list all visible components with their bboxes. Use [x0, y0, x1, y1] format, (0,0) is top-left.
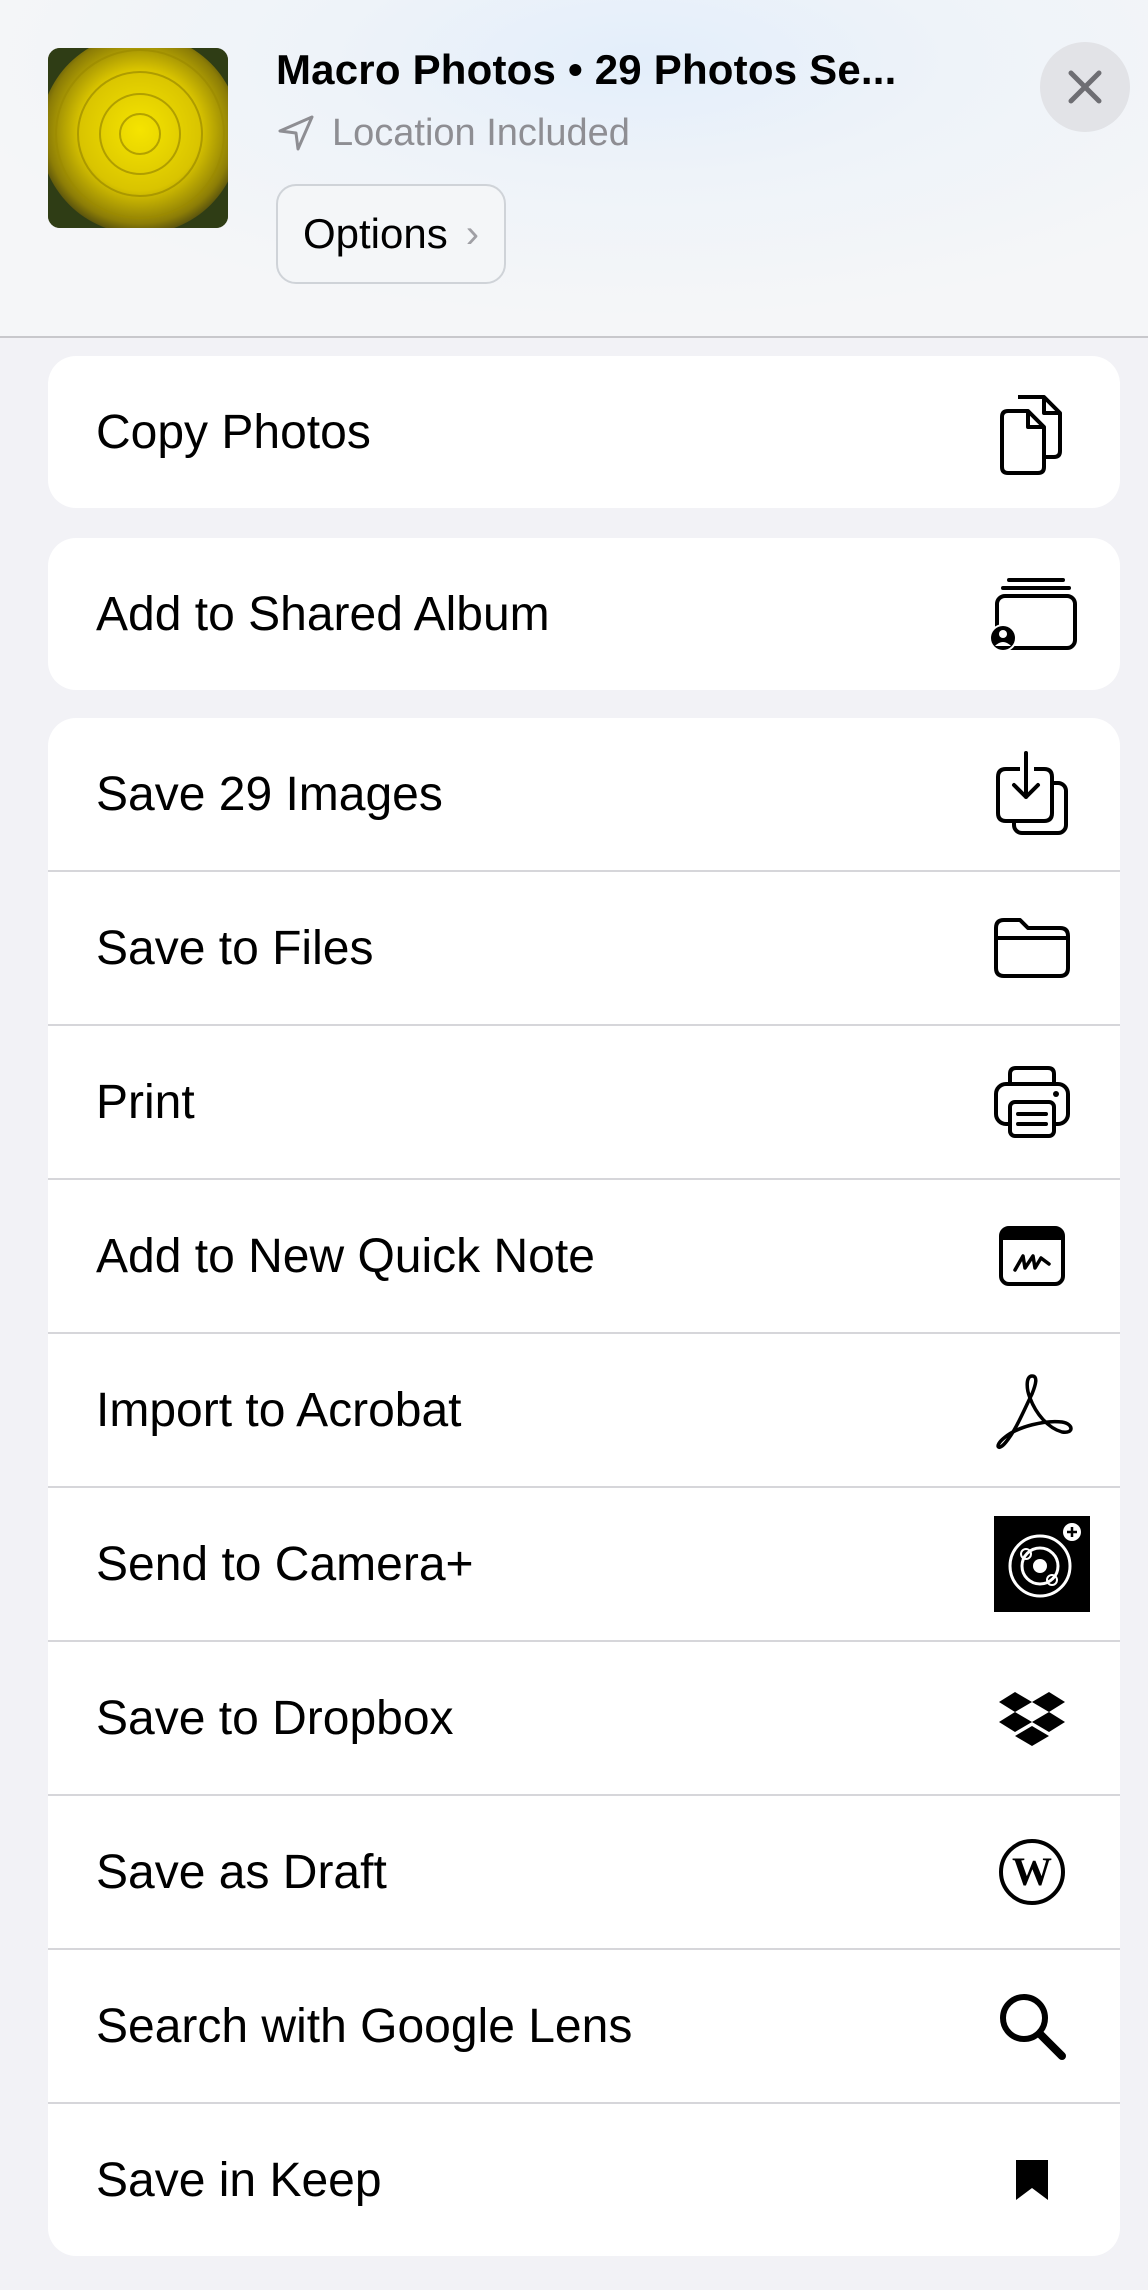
camera-plus-icon: [994, 1516, 1090, 1612]
location-arrow-icon: [278, 115, 314, 151]
actions-card: Save 29 Images Save to Files Print Add t…: [48, 718, 1120, 2256]
action-label: Save as Draft: [96, 1845, 387, 1899]
action-label: Save to Dropbox: [96, 1691, 454, 1745]
svg-text:W: W: [1012, 1849, 1052, 1894]
action-label: Print: [96, 1075, 195, 1129]
copy-photos-action[interactable]: Copy Photos: [48, 356, 1120, 508]
action-label: Copy Photos: [96, 405, 371, 459]
save-as-draft-action[interactable]: Save as Draft W: [48, 1794, 1120, 1948]
copy-card: Copy Photos: [48, 356, 1120, 508]
add-to-quick-note-action[interactable]: Add to New Quick Note: [48, 1178, 1120, 1332]
quick-note-icon: [984, 1208, 1080, 1304]
save-in-keep-action[interactable]: Save in Keep: [48, 2102, 1120, 2256]
add-to-shared-album-action[interactable]: Add to Shared Album: [48, 538, 1120, 690]
search-google-lens-action[interactable]: Search with Google Lens: [48, 1948, 1120, 2102]
close-button[interactable]: [1040, 42, 1130, 132]
shared-album-icon: [984, 566, 1080, 662]
save-to-dropbox-action[interactable]: Save to Dropbox: [48, 1640, 1120, 1794]
action-label: Search with Google Lens: [96, 1999, 633, 2053]
save-images-icon: [984, 746, 1080, 842]
location-label: Location Included: [332, 111, 630, 154]
acrobat-icon: [984, 1362, 1080, 1458]
shared-album-card: Add to Shared Album: [48, 538, 1120, 690]
save-to-files-action[interactable]: Save to Files: [48, 870, 1120, 1024]
options-button[interactable]: Options ›: [276, 184, 506, 284]
copy-icon: [984, 384, 1080, 480]
location-status: Location Included: [276, 108, 630, 158]
close-icon: [1068, 70, 1102, 104]
send-to-camera-plus-action[interactable]: Send to Camera+: [48, 1486, 1120, 1640]
bookmark-icon: [984, 2132, 1080, 2228]
action-label: Import to Acrobat: [96, 1383, 462, 1437]
save-images-action[interactable]: Save 29 Images: [48, 718, 1120, 870]
action-label: Send to Camera+: [96, 1537, 474, 1591]
wordpress-icon: W: [984, 1824, 1080, 1920]
action-label: Save in Keep: [96, 2153, 382, 2207]
print-action[interactable]: Print: [48, 1024, 1120, 1178]
action-label: Save 29 Images: [96, 767, 443, 821]
action-label: Add to New Quick Note: [96, 1229, 595, 1283]
share-title: Macro Photos • 29 Photos Se...: [276, 46, 897, 93]
photo-thumbnail: [48, 48, 228, 228]
share-sheet-header: Macro Photos • 29 Photos Se... Location …: [0, 0, 1148, 338]
options-label: Options: [302, 210, 448, 257]
action-label: Add to Shared Album: [96, 587, 550, 641]
dropbox-icon: [984, 1670, 1080, 1766]
printer-icon: [984, 1054, 1080, 1150]
chevron-right-icon: ›: [465, 211, 480, 256]
action-label: Save to Files: [96, 921, 374, 975]
folder-icon: [984, 900, 1080, 996]
search-icon: [984, 1978, 1080, 2074]
import-to-acrobat-action[interactable]: Import to Acrobat: [48, 1332, 1120, 1486]
